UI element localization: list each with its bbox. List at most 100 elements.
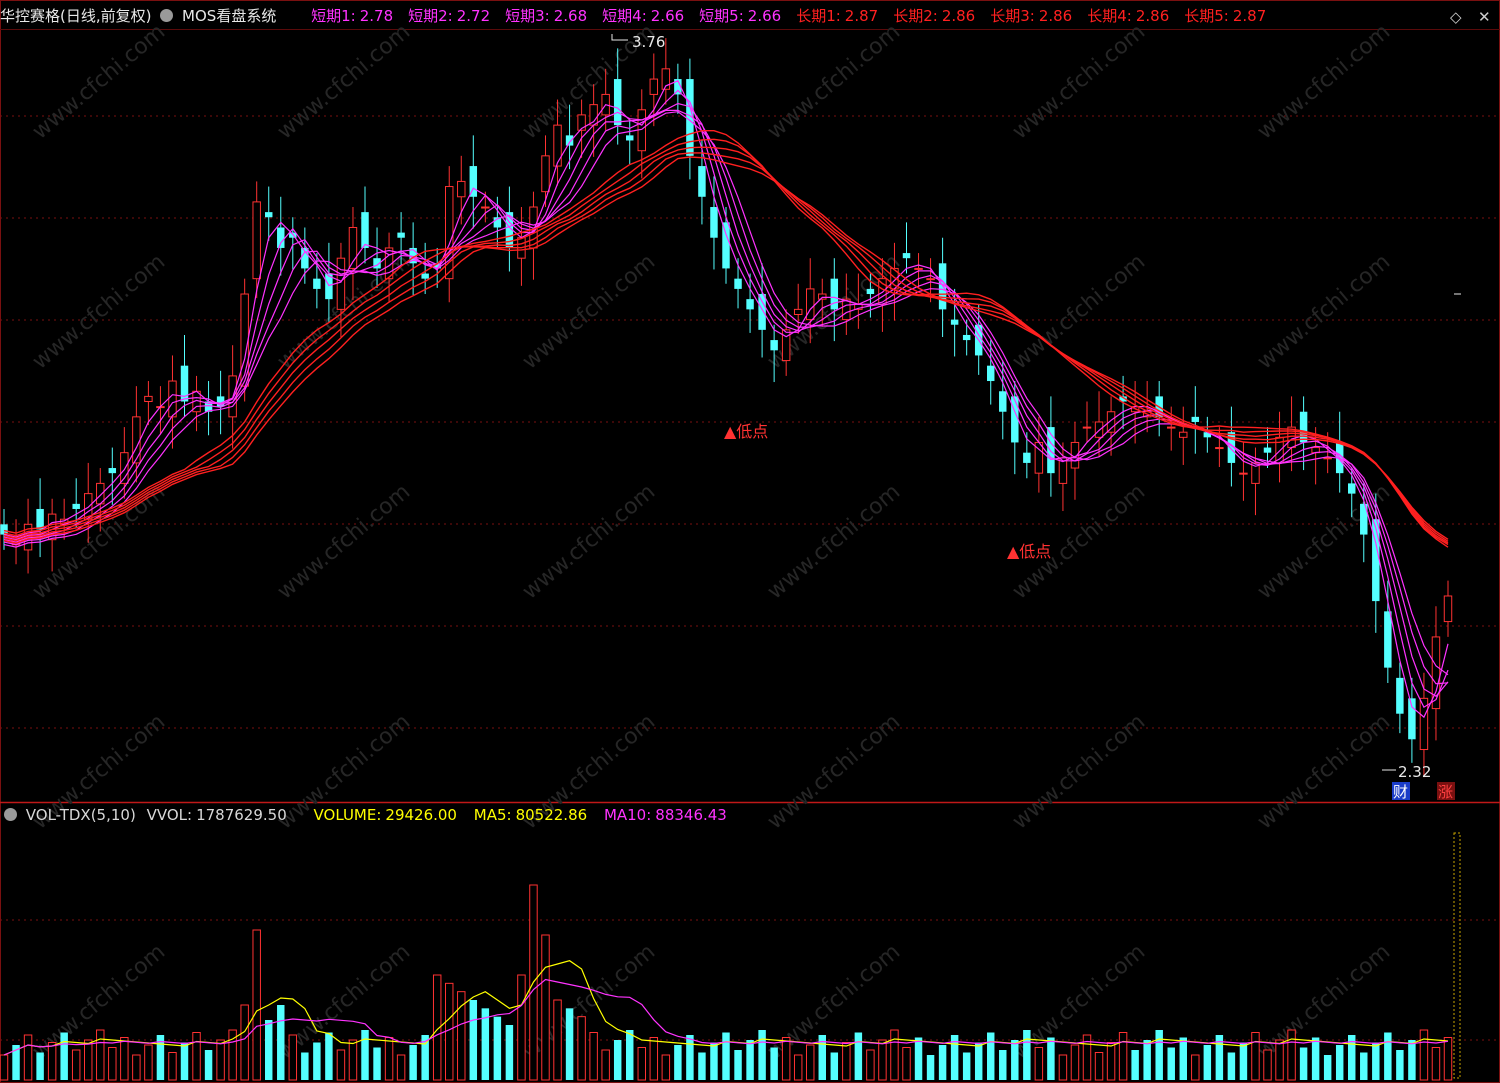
- volume-bar: [806, 1044, 815, 1081]
- volume-bar: [698, 1052, 706, 1080]
- candle-body: [926, 278, 935, 281]
- candle-body: [108, 468, 117, 474]
- volume-bar: [517, 974, 526, 1081]
- ma10-value: 88346.43: [655, 806, 727, 824]
- badge-zhang: 涨: [1438, 783, 1453, 801]
- indicator-menu-icon[interactable]: [160, 9, 174, 22]
- candle-body: [265, 212, 273, 218]
- volume-bar: [565, 1008, 574, 1080]
- close-icon[interactable]: ✕: [1478, 8, 1491, 26]
- candle-body: [313, 278, 321, 289]
- volume-bar: [1011, 1040, 1019, 1080]
- long-term-value: 2.87: [844, 7, 879, 25]
- volume-value: 29426.00: [385, 806, 457, 824]
- ma-values: 短期1: 2.78 短期2: 2.72 短期3: 2.68 短期4: 2.66 短期5: 2.66…: [311, 1, 1281, 31]
- volume-bar: [71, 1049, 81, 1081]
- candle-body: [1299, 411, 1308, 443]
- volume-bar: [216, 1039, 225, 1081]
- short-term-label: 短期4:: [602, 7, 647, 25]
- candle-body: [999, 391, 1007, 412]
- candle-body: [770, 340, 778, 351]
- volume-bar: [1167, 1047, 1175, 1080]
- volume-bar: [288, 1034, 298, 1081]
- watermark-text: www.cfchi.com: [273, 479, 415, 604]
- volume-bar: [890, 1029, 899, 1081]
- candle-body: [626, 135, 634, 141]
- volume-bar: [661, 1054, 671, 1081]
- volume-bar: [84, 1039, 93, 1081]
- candle-body: [1094, 421, 1104, 438]
- volume-bar: [301, 1052, 309, 1080]
- volume-bar: [577, 1016, 586, 1081]
- candle-body: [1023, 452, 1031, 463]
- chart-canvas[interactable]: www.cfchi.com www.cfchi.com www.cfchi.com w…: [0, 0, 1500, 1083]
- ma10-label: MA10:: [603, 806, 652, 824]
- diamond-icon[interactable]: ◇: [1450, 8, 1462, 26]
- volume-bar: [469, 1000, 478, 1080]
- volume-bar: [962, 1052, 971, 1080]
- short-term-1: 短期1: 2.78: [311, 1, 399, 31]
- candle-body: [336, 257, 346, 310]
- volume-bar: [649, 1037, 659, 1081]
- ma5-label: MA5:: [473, 806, 512, 824]
- short-term-value: 2.72: [456, 7, 491, 25]
- volume-bar: [746, 1040, 754, 1080]
- volume-bar: [902, 1047, 911, 1081]
- volume-bar: [1047, 1037, 1055, 1080]
- volume-bar: [493, 1016, 502, 1080]
- candle-body: [793, 308, 803, 315]
- volume-bar: [240, 1004, 249, 1081]
- volume-bar: [336, 1049, 346, 1081]
- volume-bar: [1155, 1030, 1163, 1080]
- short-term-5: 短期5: 2.66: [699, 1, 787, 31]
- volume-label: VOLUME:: [313, 806, 382, 824]
- candle-body: [842, 298, 851, 321]
- volume-bar: [96, 1029, 105, 1081]
- candle-body: [168, 380, 177, 418]
- candle-body: [987, 365, 995, 382]
- volume-bar: [758, 1030, 766, 1080]
- watermark-text: www.cfchi.com: [518, 249, 660, 374]
- volume-bar: [1408, 1040, 1416, 1080]
- long-term-value: 2.86: [941, 7, 976, 25]
- volume-bar: [1191, 1054, 1200, 1081]
- volume-bar: [1131, 1050, 1139, 1080]
- candle-body: [132, 416, 141, 464]
- candle-body: [1348, 483, 1356, 494]
- badge-cai: 财: [1393, 783, 1408, 801]
- candle-body: [1167, 426, 1176, 429]
- stock-title: 华控赛格(日线,前复权): [0, 7, 152, 25]
- low-point-signal: ▲低点: [1007, 542, 1051, 561]
- volume-bar: [710, 1042, 718, 1080]
- long-term-1: 长期1: 2.87: [796, 1, 884, 31]
- volume-bar: [23, 1034, 33, 1081]
- vvol-label: VVOL:: [146, 806, 193, 824]
- candle-body: [565, 135, 574, 146]
- volume-bar: [674, 1045, 682, 1080]
- volume-bar: [1372, 1042, 1380, 1080]
- candle-body: [1372, 519, 1380, 602]
- watermark-text: www.cfchi.com: [1253, 19, 1395, 144]
- volume-bars: [0, 884, 1453, 1081]
- volume-menu-icon[interactable]: [4, 808, 17, 821]
- candle-body: [1384, 611, 1392, 668]
- long-term-5: 长期5: 2.87: [1184, 1, 1272, 31]
- candle-body: [481, 206, 490, 209]
- volume-bar: [1287, 1029, 1296, 1081]
- short-term-value: 2.68: [553, 7, 588, 25]
- candle-body: [1082, 426, 1092, 429]
- candle-body: [1215, 447, 1224, 450]
- indicator-name: MOS看盘系统: [182, 7, 277, 25]
- volume-bar: [1360, 1052, 1368, 1080]
- candle-body: [914, 267, 923, 270]
- volume-bar: [0, 1054, 9, 1081]
- candle-body: [734, 278, 742, 289]
- volume-bar: [1106, 1042, 1116, 1081]
- candle-body: [144, 395, 153, 403]
- volume-bar: [878, 1039, 887, 1081]
- candle-body: [722, 222, 730, 269]
- volume-bar: [987, 1032, 995, 1080]
- volume-bar: [1419, 1029, 1429, 1081]
- candle-body: [421, 273, 429, 279]
- candle-body: [830, 278, 839, 310]
